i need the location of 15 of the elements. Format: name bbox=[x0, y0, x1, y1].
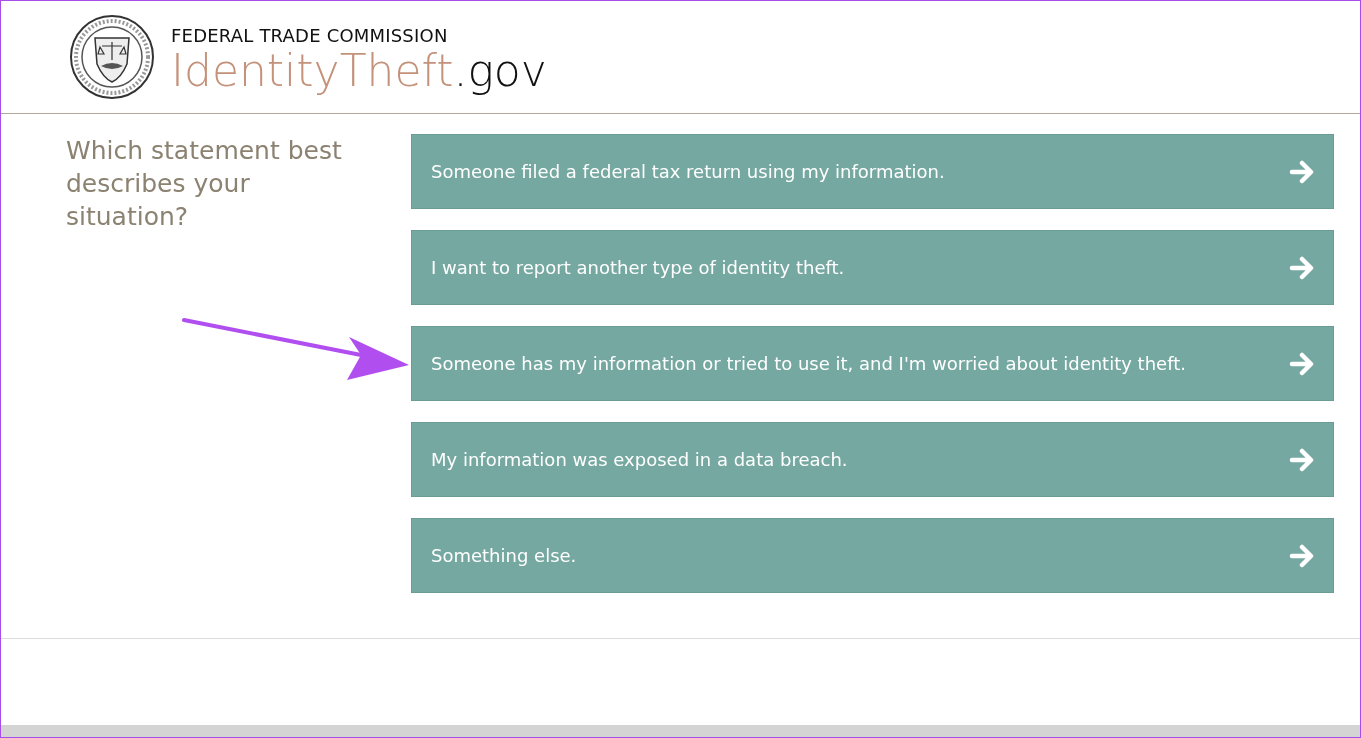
option-button[interactable]: Someone has my information or tried to use it, and I'm worried about identity theft. bbox=[411, 326, 1334, 401]
seal-icon bbox=[69, 14, 155, 100]
arrow-right-icon bbox=[1289, 351, 1315, 376]
option-button[interactable]: Someone filed a federal tax return using my information. bbox=[411, 134, 1334, 209]
arrow-right-icon bbox=[1289, 447, 1315, 472]
question-text: Which statement best describes your situation? bbox=[66, 135, 343, 233]
option-button[interactable]: My information was exposed in a data breach. bbox=[411, 422, 1334, 497]
arrow-right-icon bbox=[1289, 543, 1315, 568]
arrow-right-icon bbox=[1289, 159, 1315, 184]
arrow-right-icon bbox=[1289, 255, 1315, 280]
option-button[interactable]: I want to report another type of identity theft. bbox=[411, 230, 1334, 305]
horizontal-scrollbar[interactable] bbox=[1, 725, 1360, 737]
site-logo-text[interactable]: IdentityTheft.gov bbox=[171, 48, 547, 93]
option-button[interactable]: Something else. bbox=[411, 518, 1334, 593]
agency-name: FEDERAL TRADE COMMISSION bbox=[171, 23, 449, 48]
